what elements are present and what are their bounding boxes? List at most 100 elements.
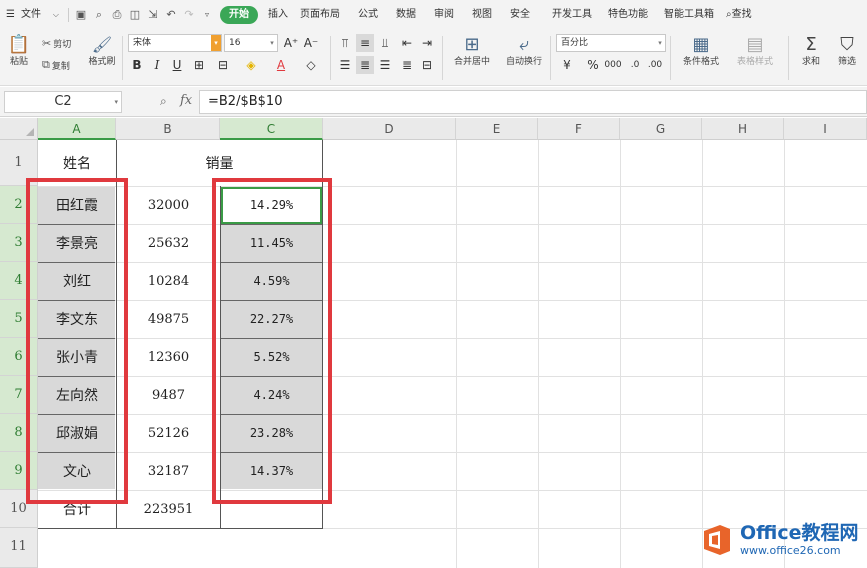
separator [330,36,331,80]
conditional-format-button[interactable]: ▦ 条件格式 [676,34,726,68]
fx-icon[interactable]: fx [180,93,192,108]
sales-cell[interactable]: 32187 [117,452,220,490]
row-header-11[interactable]: 11 [0,528,38,568]
table-style-button[interactable]: ▤ 表格样式 [730,34,780,68]
column-header-f[interactable]: F [538,118,620,140]
font-color-icon[interactable]: A [272,56,290,74]
decrease-decimal-icon[interactable]: .00 [646,56,664,74]
sales-cell[interactable]: 25632 [117,224,220,262]
brush-icon: 🖌 [91,35,113,54]
font-size-select[interactable]: 16 ▾ [224,34,278,52]
separator [788,36,789,80]
copy-button[interactable]: ⧉ 复制 [42,58,70,72]
tab-view[interactable]: 视图 [460,0,498,30]
distributed-icon[interactable]: ⊟ [418,56,436,74]
customize-icon[interactable]: ▿ [198,0,216,30]
tab-smart-toolbox[interactable]: 智能工具箱 [654,0,720,30]
align-right-icon[interactable]: ☰ [376,56,394,74]
indent-increase-icon[interactable]: ⇥ [418,34,436,52]
sales-cell[interactable]: 9487 [117,376,220,414]
column-header-h[interactable]: H [702,118,784,140]
fill-color-icon[interactable]: ◈ [242,56,260,74]
column-header-e[interactable]: E [456,118,538,140]
align-center-icon[interactable]: ≣ [356,56,374,74]
percent-icon[interactable]: % [584,56,602,74]
merge-center-button[interactable]: ⊞ 合并居中 [448,34,496,68]
export-icon[interactable]: ⇲ [144,0,162,30]
print-icon[interactable]: ⎙ [108,0,126,30]
formula-bar: C2 ▾ ⌕ fx =B2/$B$10 [0,87,867,117]
column-header-a[interactable]: A [38,118,116,140]
cell-style-icon[interactable]: ⊟ [214,56,232,74]
gridline [456,140,457,568]
column-header-i[interactable]: I [784,118,867,140]
separator [67,8,69,22]
cut-button[interactable]: ✂ 剪切 [42,37,71,50]
tab-insert[interactable]: 插入 [262,0,294,30]
chevron-down-icon: ▾ [114,98,118,106]
tab-data[interactable]: 数据 [384,0,422,30]
select-all-button[interactable] [0,118,38,140]
undo-icon[interactable]: ↶ [162,0,180,30]
clear-icon[interactable]: ◇ [302,56,320,74]
search-button[interactable]: ⌕查找 [720,0,758,30]
formula-input[interactable]: =B2/$B$10 [199,90,867,114]
sales-cell[interactable]: 12360 [117,338,220,376]
align-top-icon[interactable]: ⫪ [336,34,354,52]
name-box[interactable]: C2 ▾ [4,91,122,113]
column-header-g[interactable]: G [620,118,702,140]
align-bottom-icon[interactable]: ⫫ [376,34,394,52]
indent-decrease-icon[interactable]: ⇤ [398,34,416,52]
sales-cell[interactable]: 32000 [117,186,220,224]
decrease-font-icon[interactable]: A⁻ [302,34,320,52]
justify-icon[interactable]: ≣ [398,56,416,74]
column-header-d[interactable]: D [323,118,456,140]
align-middle-icon[interactable]: ≡ [356,34,374,52]
redo-icon[interactable]: ↷ [180,0,198,30]
watermark-title: Office教程网 [740,522,859,544]
sigma-icon: Σ [805,34,817,55]
filter-button[interactable]: ⛉ 筛选 [832,34,862,68]
gridline [702,140,703,568]
currency-icon[interactable]: ¥ [556,56,578,74]
thousands-icon[interactable]: 000 [604,56,622,74]
paste-button[interactable]: 📋 粘贴 [6,34,32,68]
increase-decimal-icon[interactable]: .0 [626,56,644,74]
tab-page-layout[interactable]: 页面布局 [294,0,346,30]
print-preview-icon[interactable]: ◫ [126,0,144,30]
tab-developer[interactable]: 开发工具 [536,0,598,30]
hamburger-icon[interactable]: ☰ [0,0,21,30]
italic-icon[interactable]: I [148,56,166,74]
sales-cell[interactable]: 52126 [117,414,220,452]
gridline [620,140,621,568]
column-header-c[interactable]: C [220,118,323,140]
copy-icon: ⧉ [42,58,50,71]
merge-icon: ⊞ [464,34,480,55]
save-icon[interactable]: ▣ [72,0,90,30]
tab-formulas[interactable]: 公式 [346,0,384,30]
tab-home[interactable]: 开始 [219,6,258,24]
zoom-icon[interactable]: ⌕ [160,94,167,109]
number-format-select[interactable]: 百分比 ▾ [556,34,666,52]
open-icon[interactable]: ⌕ [90,0,108,30]
tab-special[interactable]: 特色功能 [598,0,654,30]
chevron-down-icon[interactable]: ⌵ [47,0,65,30]
sales-cell[interactable]: 49875 [117,300,220,338]
sum-button[interactable]: Σ 求和 [796,34,826,68]
filter-icon: ⛉ [840,34,854,55]
column-header-b[interactable]: B [116,118,220,140]
increase-font-icon[interactable]: A⁺ [282,34,300,52]
tab-review[interactable]: 审阅 [422,0,460,30]
sales-cell[interactable]: 10284 [117,262,220,300]
borders-icon[interactable]: ⊞ [190,56,208,74]
bold-icon[interactable]: B [128,56,146,74]
file-menu[interactable]: 文件 [21,0,47,30]
clipboard-icon: 📋 [7,34,31,55]
format-painter-button[interactable]: 🖌 格式刷 [86,34,118,68]
align-left-icon[interactable]: ☰ [336,56,354,74]
font-name-select[interactable]: 宋体 ▾ [128,34,222,52]
total-value-cell[interactable]: 223951 [117,490,220,528]
tab-security[interactable]: 安全 [498,0,536,30]
wrap-text-button[interactable]: ⤶ 自动换行 [502,34,546,68]
underline-icon[interactable]: U [168,56,186,74]
